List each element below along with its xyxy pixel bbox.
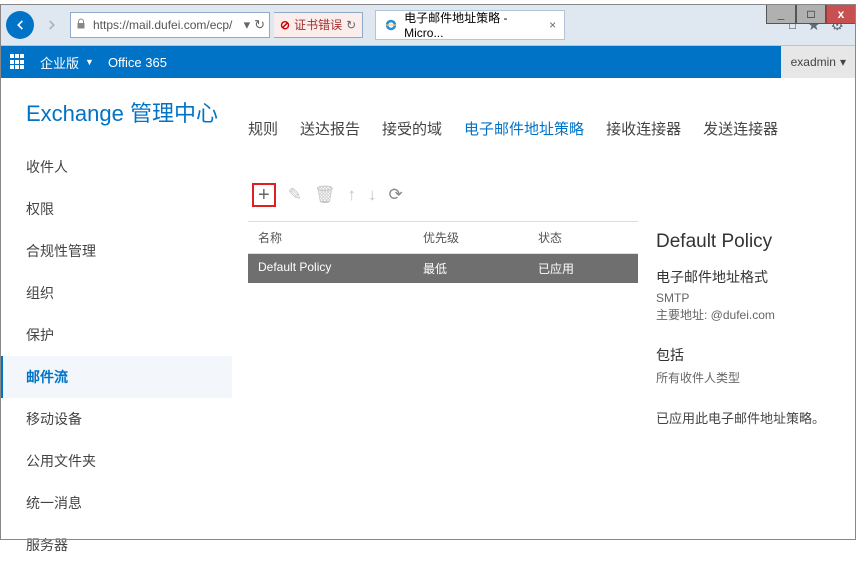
tab-rules[interactable]: 规则 <box>248 118 278 139</box>
edition-label: 企业版 <box>40 53 79 72</box>
detail-pane: Default Policy 电子邮件地址格式 SMTP 主要地址: @dufe… <box>638 221 844 427</box>
sidebar-nav: 收件人 权限 合规性管理 组织 保护 邮件流 移动设备 公用文件夹 统一消息 服… <box>26 146 232 566</box>
sidebar-item-unifiedmsg[interactable]: 统一消息 <box>26 482 232 524</box>
tab-receive[interactable]: 接收连接器 <box>606 118 681 139</box>
url-refresh-icon[interactable]: ↻ <box>254 17 265 33</box>
detail-primary-address: 主要地址: @dufei.com <box>656 306 844 323</box>
page-title: Exchange 管理中心 <box>26 96 232 128</box>
window-minimize[interactable]: _ <box>766 4 796 24</box>
browser-tab[interactable]: 电子邮件地址策略 - Micro... × <box>375 10 565 40</box>
window-close[interactable]: x <box>826 4 856 24</box>
user-name: exadmin <box>791 55 836 69</box>
cell-status: 已应用 <box>528 254 638 283</box>
cell-name: Default Policy <box>248 254 413 283</box>
detail-smtp: SMTP <box>656 291 844 305</box>
tab-delivery[interactable]: 送达报告 <box>300 118 360 139</box>
detail-applied-msg: 已应用此电子邮件地址策略。 <box>656 408 844 427</box>
th-status[interactable]: 状态 <box>528 222 638 253</box>
sidebar-item-mobile[interactable]: 移动设备 <box>26 398 232 440</box>
cert-error-badge[interactable]: ⊘ 证书错误 ↻ <box>274 12 363 38</box>
cert-error-refresh-icon: ↻ <box>346 18 356 32</box>
th-name[interactable]: 名称 <box>248 222 413 253</box>
sidebar-item-compliance[interactable]: 合规性管理 <box>26 230 232 272</box>
cert-error-icon: ⊘ <box>280 18 290 32</box>
tab-emailpolicy[interactable]: 电子邮件地址策略 <box>464 118 584 139</box>
tab-title: 电子邮件地址策略 - Micro... <box>404 9 543 40</box>
tab-domains[interactable]: 接受的域 <box>382 118 442 139</box>
user-dropdown-icon: ▾ <box>840 55 846 69</box>
add-button[interactable]: + <box>252 183 276 207</box>
sidebar-item-protection[interactable]: 保护 <box>26 314 232 356</box>
refresh-icon[interactable]: ⟳ <box>389 185 403 205</box>
product-label: Office 365 <box>108 55 167 70</box>
sidebar-item-mailflow[interactable]: 邮件流 <box>0 356 232 398</box>
policy-table: 名称 优先级 状态 Default Policy 最低 已应用 <box>248 221 638 427</box>
top-tabs: 规则 送达报告 接受的域 电子邮件地址策略 接收连接器 发送连接器 <box>248 118 844 139</box>
detail-includes-heading: 包括 <box>656 345 844 365</box>
url-dropdown-icon[interactable]: ▾ <box>244 17 251 33</box>
moveup-icon[interactable]: ↑ <box>348 185 357 205</box>
nav-back-button[interactable] <box>6 11 34 39</box>
window-maximize[interactable]: □ <box>796 4 826 24</box>
browser-nav: https://mail.dufei.com/ecp/ ▾ ↻ ⊘ 证书错误 ↻… <box>0 4 856 46</box>
lock-icon <box>75 18 89 32</box>
o365-header: 企业版 ▼ Office 365 exadmin ▾ <box>0 46 856 78</box>
sidebar-item-organization[interactable]: 组织 <box>26 272 232 314</box>
sidebar-item-permissions[interactable]: 权限 <box>26 188 232 230</box>
tab-close-icon[interactable]: × <box>549 18 556 32</box>
ie-icon <box>384 18 398 32</box>
detail-format-heading: 电子邮件地址格式 <box>656 267 844 287</box>
delete-icon[interactable]: 🗑 <box>314 185 336 205</box>
user-menu[interactable]: exadmin ▾ <box>781 46 856 78</box>
app-launcher-icon[interactable] <box>10 54 26 70</box>
cell-priority: 最低 <box>413 254 528 283</box>
sidebar-item-servers[interactable]: 服务器 <box>26 524 232 566</box>
table-row[interactable]: Default Policy 最低 已应用 <box>248 254 638 283</box>
th-priority[interactable]: 优先级 <box>413 222 528 253</box>
detail-title: Default Policy <box>656 231 844 253</box>
address-bar[interactable]: https://mail.dufei.com/ecp/ ▾ ↻ <box>70 12 270 38</box>
url-text: https://mail.dufei.com/ecp/ <box>93 18 232 32</box>
movedown-icon[interactable]: ↓ <box>368 185 377 205</box>
sidebar-item-publicfolders[interactable]: 公用文件夹 <box>26 440 232 482</box>
edition-dropdown-icon[interactable]: ▼ <box>85 57 94 67</box>
nav-forward-button[interactable] <box>38 11 66 39</box>
cert-error-text: 证书错误 <box>294 16 342 33</box>
toolbar: + ✎ 🗑 ↑ ↓ ⟳ <box>248 183 844 207</box>
edit-icon[interactable]: ✎ <box>288 185 302 205</box>
sidebar-item-recipients[interactable]: 收件人 <box>26 146 232 188</box>
detail-includes-value: 所有收件人类型 <box>656 369 844 386</box>
tab-send[interactable]: 发送连接器 <box>703 118 778 139</box>
